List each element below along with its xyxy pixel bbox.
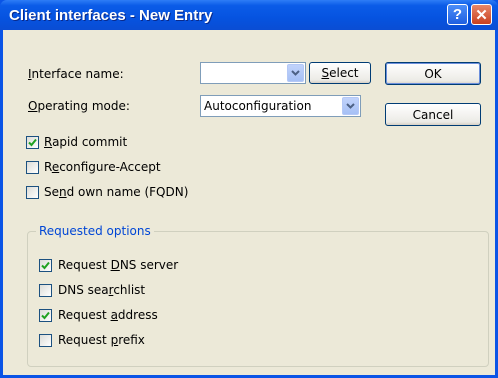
cancel-button[interactable]: Cancel [385,103,481,126]
rapid-commit-checkbox[interactable] [26,136,39,149]
checkmark-icon [41,311,50,320]
reconfigure-accept-checkbox[interactable] [26,161,39,174]
request-prefix-checkbox[interactable] [39,334,52,347]
request-address-checkbox[interactable] [39,309,52,322]
dns-searchlist-label: DNS searchlist [58,283,146,297]
interface-name-label: Interface name: [28,67,124,81]
request-address-label: Request address [58,308,158,322]
close-icon: ✕ [475,6,488,24]
title-bar[interactable]: Client interfaces - New Entry ? ✕ [0,0,498,30]
select-button[interactable]: Select [309,62,371,84]
checkmark-icon [41,261,50,270]
checkmark-icon [28,138,37,147]
dialog-window: Client interfaces - New Entry ? ✕ Interf… [0,0,498,378]
interface-name-combobox[interactable] [200,62,306,84]
ok-button[interactable]: OK [385,62,481,85]
dialog-body: Interface name: Select Operating mode: A… [3,30,495,375]
operating-mode-label: Operating mode: [28,99,130,113]
send-own-name-checkbox[interactable] [26,186,39,199]
window-title: Client interfaces - New Entry [9,7,213,24]
request-dns-server-label: Request DNS server [58,258,179,272]
request-prefix-label: Request prefix [58,333,145,347]
chevron-down-icon [291,70,300,76]
reconfigure-accept-label: Reconfigure-Accept [44,160,161,174]
rapid-commit-label: Rapid commit [44,135,128,149]
help-button[interactable]: ? [447,4,468,25]
chevron-down-icon [346,103,355,109]
operating-mode-select[interactable]: Autoconfiguration [200,95,361,117]
close-button[interactable]: ✕ [471,4,492,25]
request-dns-server-checkbox[interactable] [39,259,52,272]
requested-options-legend: Requested options [36,224,154,238]
send-own-name-label: Send own name (FQDN) [44,185,189,199]
operating-mode-value: Autoconfiguration [204,99,312,113]
operating-mode-dropdown-button[interactable] [342,97,359,115]
help-icon: ? [452,6,463,23]
interface-name-dropdown-button[interactable] [287,64,304,82]
dns-searchlist-checkbox[interactable] [39,284,52,297]
